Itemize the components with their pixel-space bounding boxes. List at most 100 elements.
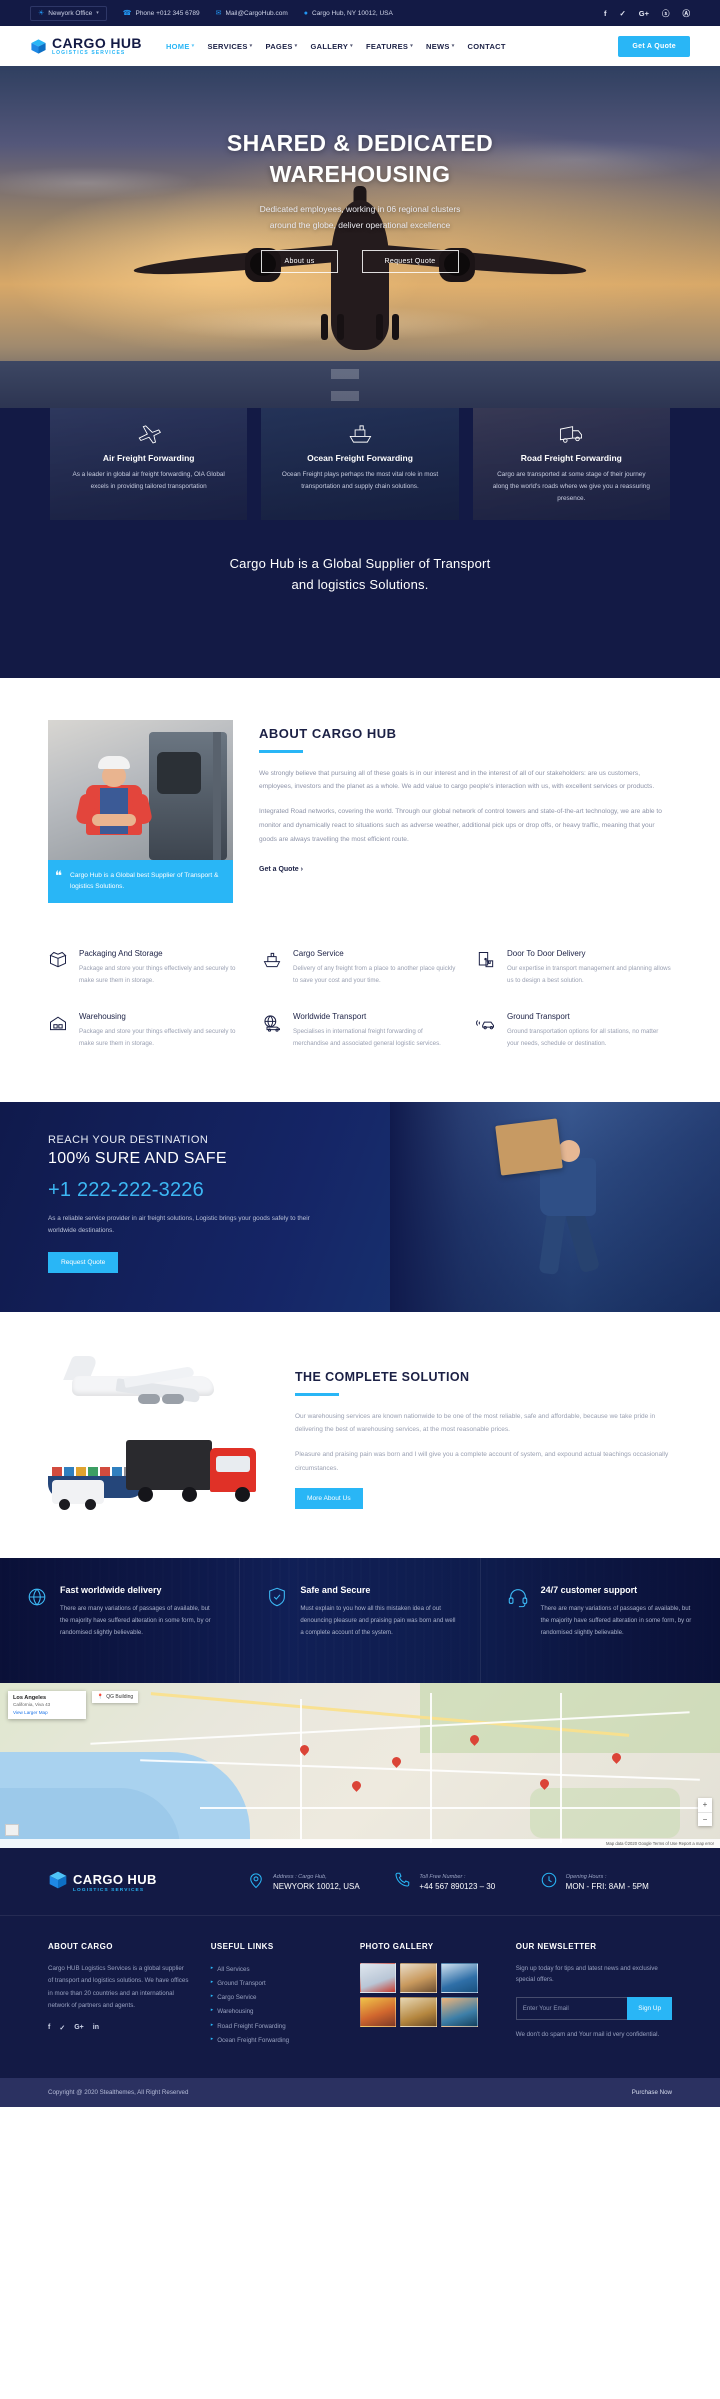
footer-links-column: USEFUL LINKS ▸ All Services ▸ Ground Trans…	[211, 1942, 340, 2049]
footer-address-label: Address : Cargo Hub,	[273, 1873, 327, 1880]
card-road-freight[interactable]: Road Freight Forwarding Cargo are transp…	[473, 408, 670, 520]
get-a-quote-button[interactable]: Get A Quote	[618, 35, 690, 57]
service-door-to-door-delivery[interactable]: Door To Door Delivery Our expertise in t…	[476, 949, 672, 987]
service-body: Warehousing Package and store your thing…	[79, 1012, 244, 1050]
footer-address-value: NEWYORK 10012, USA	[273, 1881, 360, 1891]
map-marker[interactable]	[350, 1778, 363, 1793]
truck-graphic	[126, 1439, 256, 1502]
nav-item-news[interactable]: NEWS ▾	[426, 42, 455, 51]
service-title: Warehousing	[79, 1011, 126, 1021]
about-paragraph-1: We strongly believe that pursuing all of…	[259, 769, 655, 791]
purchase-now-link[interactable]: Purchase Now	[632, 2089, 672, 2096]
cta-phone-number[interactable]: +1 222-222-3226	[48, 1179, 720, 1202]
logo-text: CARGO HUB LOGISTICS SERVICES	[52, 36, 142, 56]
gallery-thumb[interactable]	[359, 1962, 397, 1993]
google-plus-icon[interactable]: G+	[639, 9, 649, 18]
freight-cards: Air Freight Forwarding As a leader in gl…	[50, 408, 670, 520]
map-place-name: Los Angeles	[13, 1694, 47, 1701]
footer-link-item[interactable]: ▸ Ground Transport	[211, 1977, 340, 1991]
footer-link-item[interactable]: ▸ Warehousing	[211, 2005, 340, 2019]
gallery-thumb[interactable]	[400, 1996, 438, 2027]
service-worldwide-transport[interactable]: Worldwide Transport Specialises in inter…	[262, 1012, 458, 1050]
dribbble-icon[interactable]: Ⓐ	[683, 8, 691, 19]
hero-request-quote-button[interactable]: Request Quote	[361, 249, 459, 273]
footer-link-item[interactable]: ▸ Ocean Freight Forwarding	[211, 2034, 340, 2048]
topbar-socials: f ✓ G+ ⓢ Ⓐ	[604, 8, 690, 19]
footer-link-item[interactable]: ▸ Cargo Service	[211, 1991, 340, 2005]
map-marker[interactable]	[298, 1742, 311, 1757]
newsletter-signup-button[interactable]: Sign Up	[627, 1997, 673, 2021]
footer-address: Address : Cargo Hub, NEWYORK 10012, USA	[247, 1871, 379, 1894]
twitter-icon[interactable]: ✓	[619, 9, 625, 18]
topbar-phone[interactable]: ☎ Phone +012 345 6789	[123, 10, 200, 17]
nav-item-home[interactable]: HOME ▾	[166, 42, 195, 51]
van-graphic	[52, 1476, 112, 1510]
facebook-icon[interactable]: f	[604, 9, 607, 18]
about-paragraph-2: Integrated Road networks, covering the w…	[259, 808, 662, 843]
service-text: Delivery of any freight from a place to …	[293, 965, 456, 985]
gallery-thumb[interactable]	[359, 1996, 397, 2027]
twitter-icon[interactable]: ✓	[59, 2024, 65, 2032]
service-warehousing[interactable]: Warehousing Package and store your thing…	[48, 1012, 244, 1050]
linkedin-icon[interactable]: in	[93, 2024, 99, 2032]
nav-item-gallery[interactable]: GALLERY ▾	[310, 42, 352, 51]
footer-newsletter-column: OUR NEWSLETTER Sign up today for tips an…	[515, 1941, 673, 2049]
map-zoom-out-button[interactable]: −	[698, 1811, 712, 1826]
about-get-a-quote-link[interactable]: Get a Quote ›	[259, 866, 303, 873]
card-air-freight[interactable]: Air Freight Forwarding As a leader in gl…	[50, 408, 247, 520]
location-map[interactable]: Los Angeles California, Viva 43 View Lar…	[0, 1682, 720, 1848]
solution-paragraph-1: Our warehousing services are known natio…	[295, 1412, 656, 1434]
cta-request-quote-button[interactable]: Request Quote	[48, 1251, 119, 1273]
tagline-line1: Cargo Hub is a Global Supplier of Transp…	[229, 556, 491, 571]
site-footer: CARGO HUB LOGISTICS SERVICES Address : C…	[0, 1847, 720, 2108]
gallery-thumb[interactable]	[441, 1996, 478, 2027]
feature-customer-support: 24/7 customer support There are many var…	[479, 1557, 720, 1683]
hero-title-line2: WAREHOUSING	[269, 161, 451, 188]
nav-item-features[interactable]: FEATURES ▾	[366, 42, 413, 51]
feature-safe-and-secure: Safe and Secure Must explain to you how …	[239, 1557, 479, 1683]
footer-hours-body: Opening Hours : MON - FRI: 8AM - 5PM	[566, 1874, 649, 1891]
map-marker[interactable]	[468, 1732, 481, 1747]
map-larger-map-link[interactable]: View Larger Map	[13, 1710, 81, 1715]
hero-about-us-button[interactable]: About us	[261, 249, 338, 273]
card-title: Air Freight Forwarding	[102, 453, 195, 463]
footer-newsletter-title: OUR NEWSLETTER	[515, 1941, 597, 1951]
footer-link-item[interactable]: ▸ Road Freight Forwarding	[211, 2020, 340, 2034]
map-marker[interactable]	[610, 1750, 623, 1765]
footer-about-title: ABOUT CARGO	[48, 1941, 113, 1951]
open-box-icon	[48, 949, 70, 987]
footer-logo[interactable]: CARGO HUB LOGISTICS SERVICES	[48, 1870, 233, 1895]
gallery-thumb[interactable]	[400, 1962, 438, 1993]
service-packaging-and-storage[interactable]: Packaging And Storage Package and store …	[48, 949, 244, 987]
service-title: Worldwide Transport	[293, 1011, 367, 1021]
google-plus-icon[interactable]: G+	[74, 2024, 84, 2032]
clock-icon	[540, 1871, 558, 1894]
map-zoom-controls: + −	[698, 1797, 712, 1826]
map-place-badge[interactable]: 📍 QG Building	[92, 1690, 139, 1703]
topbar-mail[interactable]: ✉ Mail@CargoHub.com	[216, 10, 288, 17]
gallery-thumb[interactable]	[441, 1962, 478, 1993]
site-logo[interactable]: CARGO HUB LOGISTICS SERVICES	[30, 36, 142, 56]
tagline-line2: and logistics Solutions.	[291, 576, 429, 592]
service-cargo-service[interactable]: Cargo Service Delivery of any freight fr…	[262, 949, 458, 987]
map-info-card[interactable]: Los Angeles California, Viva 43 View Lar…	[8, 1690, 86, 1719]
map-marker[interactable]	[390, 1754, 403, 1769]
more-about-us-button[interactable]: More About Us	[295, 1488, 363, 1510]
map-road	[300, 1698, 302, 1839]
service-title: Cargo Service	[293, 949, 344, 959]
service-features-grid: Packaging And Storage Package and store …	[0, 903, 720, 1101]
footer-link-item[interactable]: ▸ All Services	[211, 1963, 340, 1977]
facebook-icon[interactable]: f	[48, 2024, 50, 2032]
nav-item-services[interactable]: SERVICES ▾	[207, 42, 252, 51]
newsletter-email-input[interactable]	[515, 1997, 628, 2021]
nav-item-contact[interactable]: CONTACT	[468, 42, 506, 51]
skype-icon[interactable]: ⓢ	[662, 8, 670, 19]
office-selector[interactable]: ☀ Newyork Office ▾	[30, 5, 107, 21]
card-text: Ocean Freight plays perhaps the most vit…	[281, 471, 439, 490]
map-zoom-in-button[interactable]: +	[698, 1798, 712, 1812]
nav-item-pages[interactable]: PAGES ▾	[265, 42, 297, 51]
service-ground-transport[interactable]: Ground Transport Ground transportation o…	[476, 1012, 672, 1050]
logo-name: CARGO HUB	[52, 35, 142, 51]
card-ocean-freight[interactable]: Ocean Freight Forwarding Ocean Freight p…	[261, 408, 458, 520]
map-marker[interactable]	[538, 1776, 551, 1791]
